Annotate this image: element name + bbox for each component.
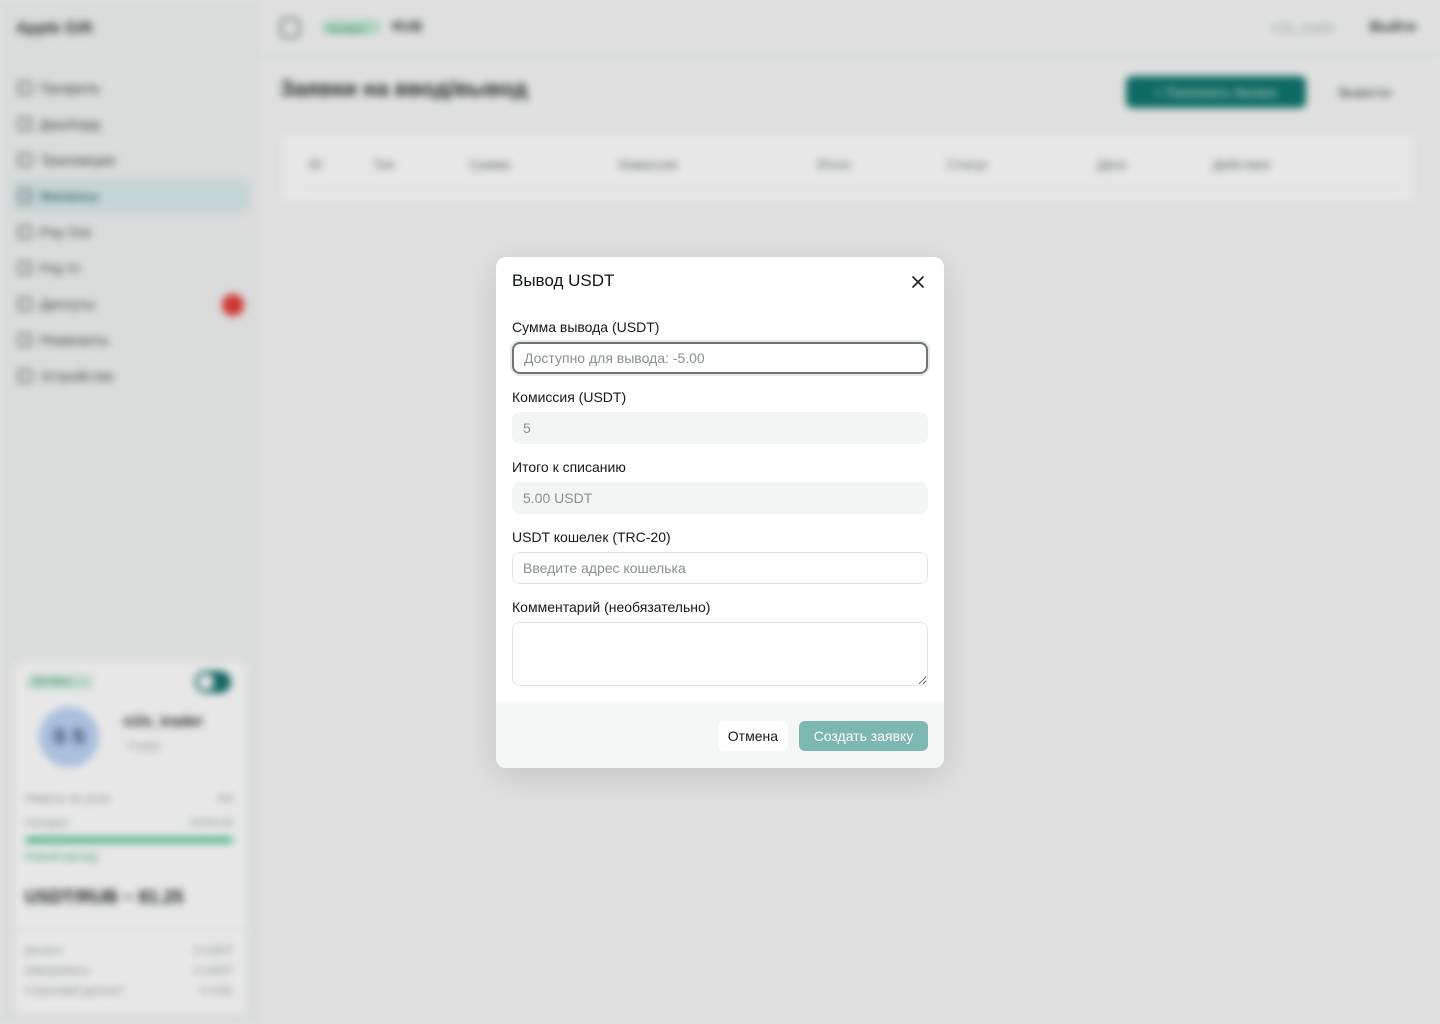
- fee-field: [512, 412, 928, 444]
- total-field: [512, 482, 928, 514]
- amount-input[interactable]: [512, 342, 928, 374]
- cancel-button[interactable]: Отмена: [717, 721, 788, 751]
- withdraw-dialog: Вывод USDT Сумма вывода (USDT) Комиссия …: [496, 257, 944, 768]
- total-label: Итого к списанию: [512, 459, 626, 475]
- close-icon: [912, 276, 924, 288]
- amount-label: Сумма вывода (USDT): [512, 319, 660, 335]
- wallet-address-input[interactable]: [512, 552, 928, 584]
- dialog-footer: Отмена Создать заявку: [496, 702, 944, 768]
- comment-textarea[interactable]: [512, 622, 928, 686]
- close-button[interactable]: [904, 268, 932, 296]
- wallet-label: USDT кошелек (TRC-20): [512, 529, 671, 545]
- dialog-title: Вывод USDT: [512, 271, 615, 290]
- create-request-button[interactable]: Создать заявку: [799, 721, 928, 751]
- comment-label: Комментарий (необязательно): [512, 599, 711, 615]
- fee-label: Комиссия (USDT): [512, 389, 627, 405]
